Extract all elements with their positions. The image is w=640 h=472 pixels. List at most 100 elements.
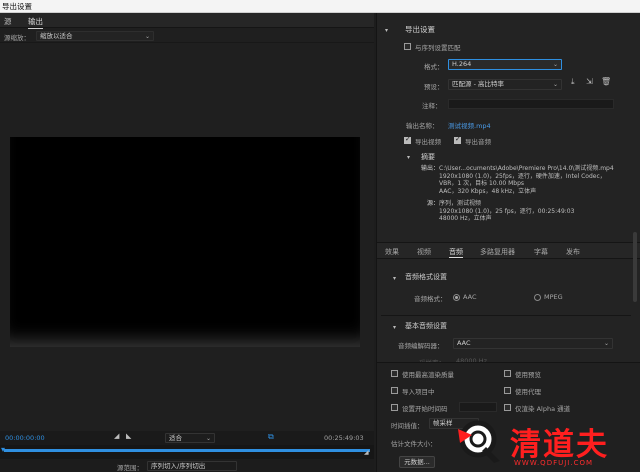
out-point-icon[interactable]: ◢ — [364, 449, 369, 456]
comments-label: 注释： — [422, 102, 442, 110]
source-range-value: 序列切入/序列切出 — [151, 462, 206, 470]
max-render-quality-checkbox[interactable] — [391, 370, 398, 377]
timeline-scrubber[interactable]: ▾ ◢ — [0, 445, 374, 459]
summary-source-line: 48000 Hz，立体声 — [439, 215, 492, 222]
import-preset-icon[interactable]: ⇲ — [586, 77, 593, 86]
summary-output-line: AAC，320 Kbps，48 kHz，立体声 — [439, 187, 537, 195]
radio-mpeg[interactable] — [534, 294, 541, 301]
watermark-q-icon — [458, 420, 500, 463]
format-label: 格式： — [424, 63, 444, 71]
comments-input[interactable] — [448, 99, 614, 109]
tab-source[interactable]: 源 — [4, 16, 12, 27]
collapse-triangle-icon[interactable]: ▾ — [393, 275, 396, 282]
tab-multiplexer[interactable]: 多路复用器 — [480, 247, 515, 257]
audio-codec-label: 音频编解码器： — [398, 342, 444, 350]
radio-mpeg-label: MPEG — [544, 293, 563, 301]
audio-codec-select[interactable]: AAC ⌄ — [453, 338, 613, 349]
source-scaling-value: 缩放以适合 — [40, 32, 73, 40]
chevron-down-icon: ⌄ — [144, 33, 150, 40]
use-proxies-checkbox[interactable] — [504, 387, 511, 394]
preset-label: 预设： — [424, 83, 444, 91]
tab-publish[interactable]: 发布 — [566, 247, 580, 257]
match-sequence-checkbox[interactable] — [404, 43, 411, 50]
set-start-timecode-checkbox[interactable] — [391, 404, 398, 411]
window-title: 导出设置 — [0, 0, 640, 13]
watermark-url: WWW.QDFUJI.COM — [514, 459, 594, 467]
audio-format-section: 音频格式设置 — [405, 273, 447, 281]
export-video-checkbox[interactable] — [404, 135, 411, 144]
output-name-link[interactable]: 测试视频.mp4 — [448, 120, 491, 130]
set-start-timecode-label: 设置开始时间码 — [402, 405, 448, 413]
source-range-select[interactable]: 序列切入/序列切出 — [147, 461, 237, 471]
summary-output-line: 1920x1080 (1.0)，25fps，逐行，硬件加速，Intel Code… — [439, 172, 606, 180]
settings-scrollbar[interactable] — [633, 232, 637, 302]
render-alpha-checkbox[interactable] — [504, 404, 511, 411]
chevron-down-icon: ⌄ — [552, 81, 558, 88]
save-preset-icon[interactable]: ⤓ — [571, 77, 575, 87]
radio-aac-label: AAC — [463, 293, 477, 301]
max-render-quality-label: 使用最高渲染质量 — [402, 371, 454, 379]
section-divider — [381, 315, 631, 316]
tab-audio[interactable]: 音频 — [449, 247, 463, 258]
preview-pane: 源 输出 源缩放： 缩放以适合 ⌄ 00:00:00:00 ◢ ◣ 适合 ⌄ ⧉… — [0, 13, 374, 472]
mark-in-icon[interactable]: ◢ — [114, 432, 119, 440]
summary-header: 摘要 — [421, 153, 435, 161]
export-video-label: 导出视频 — [415, 138, 441, 146]
settings-tabs: 效果 视频 音频 多路复用器 字幕 发布 — [377, 242, 640, 259]
delete-preset-icon[interactable]: 🗑 — [601, 77, 611, 86]
zoom-value: 适合 — [169, 434, 182, 442]
summary-triangle-icon[interactable]: ▾ — [407, 154, 410, 161]
match-sequence-label: 与序列设置匹配 — [415, 44, 461, 52]
format-value: H.264 — [452, 60, 472, 68]
audio-format-label: 音频格式： — [414, 295, 447, 303]
tab-video[interactable]: 视频 — [417, 247, 431, 257]
preset-value: 匹配源 - 高比特率 — [452, 80, 504, 88]
mark-out-icon[interactable]: ◣ — [126, 432, 131, 440]
chevron-down-icon: ⌄ — [205, 435, 211, 442]
summary-output-label: 输出： — [421, 165, 440, 172]
format-select[interactable]: H.264 ⌄ — [448, 59, 562, 70]
source-scaling-select[interactable]: 缩放以适合 ⌄ — [36, 31, 154, 41]
preset-select[interactable]: 匹配源 - 高比特率 ⌄ — [448, 79, 562, 90]
source-scaling-row: 源缩放： 缩放以适合 ⌄ — [0, 29, 374, 43]
timecode-bar: 00:00:00:00 ◢ ◣ 适合 ⌄ ⧉ 00:25:49:03 — [0, 431, 374, 445]
preview-tabs: 源 输出 — [0, 13, 374, 29]
import-into-project-label: 导入项目中 — [402, 388, 435, 396]
summary-source-label: 源： — [427, 200, 440, 207]
chevron-down-icon: ⌄ — [552, 61, 558, 68]
use-previews-checkbox[interactable] — [504, 370, 511, 377]
collapse-triangle-icon[interactable]: ▾ — [385, 27, 388, 34]
summary-source-line: 1920x1080 (1.0)，25 fps，逐行，00:25:49:03 — [439, 207, 575, 215]
output-name-label: 输出名称： — [406, 122, 439, 130]
export-audio-checkbox[interactable] — [454, 135, 461, 144]
use-previews-label: 使用预览 — [515, 371, 541, 379]
audio-codec-value: AAC — [457, 339, 471, 347]
summary-output-line: C:\User...ocuments\Adobe\Premiere Pro\14… — [439, 165, 614, 172]
interpolation-label: 时间插值： — [391, 422, 424, 430]
export-audio-label: 导出音频 — [465, 138, 491, 146]
source-range-label: 源范围： — [117, 464, 143, 472]
tab-output[interactable]: 输出 — [28, 16, 43, 29]
summary-output: C:\User...ocuments\Adobe\Premiere Pro\14… — [439, 165, 614, 195]
summary-source: 序列，测试视频 1920x1080 (1.0)，25 fps，逐行，00:25:… — [439, 200, 574, 223]
watermark-brand: 清道夫 — [510, 427, 609, 463]
start-timecode-input[interactable] — [459, 402, 497, 412]
chevron-down-icon: ⌄ — [603, 340, 609, 347]
use-proxies-label: 使用代理 — [515, 388, 541, 396]
radio-aac[interactable] — [453, 294, 460, 301]
collapse-triangle-icon[interactable]: ▾ — [393, 324, 396, 331]
source-scaling-label: 源缩放： — [4, 34, 30, 42]
video-preview — [10, 137, 360, 347]
basic-audio-section: 基本音频设置 — [405, 322, 447, 330]
tab-effects[interactable]: 效果 — [385, 247, 399, 257]
import-into-project-checkbox[interactable] — [391, 387, 398, 394]
summary-source-line: 序列，测试视频 — [439, 200, 482, 207]
tab-captions[interactable]: 字幕 — [534, 247, 548, 257]
aspect-ratio-icon[interactable]: ⧉ — [268, 432, 274, 442]
source-range-row: 源范围： 序列切入/序列切出 — [0, 459, 374, 472]
timecode-start[interactable]: 00:00:00:00 — [5, 434, 45, 442]
timecode-end: 00:25:49:03 — [324, 434, 364, 442]
zoom-select[interactable]: 适合 ⌄ — [165, 433, 215, 443]
summary-output-line: VBR，1 次，目标 10.00 Mbps — [439, 180, 525, 187]
playhead-icon[interactable]: ▾ — [1, 445, 5, 454]
